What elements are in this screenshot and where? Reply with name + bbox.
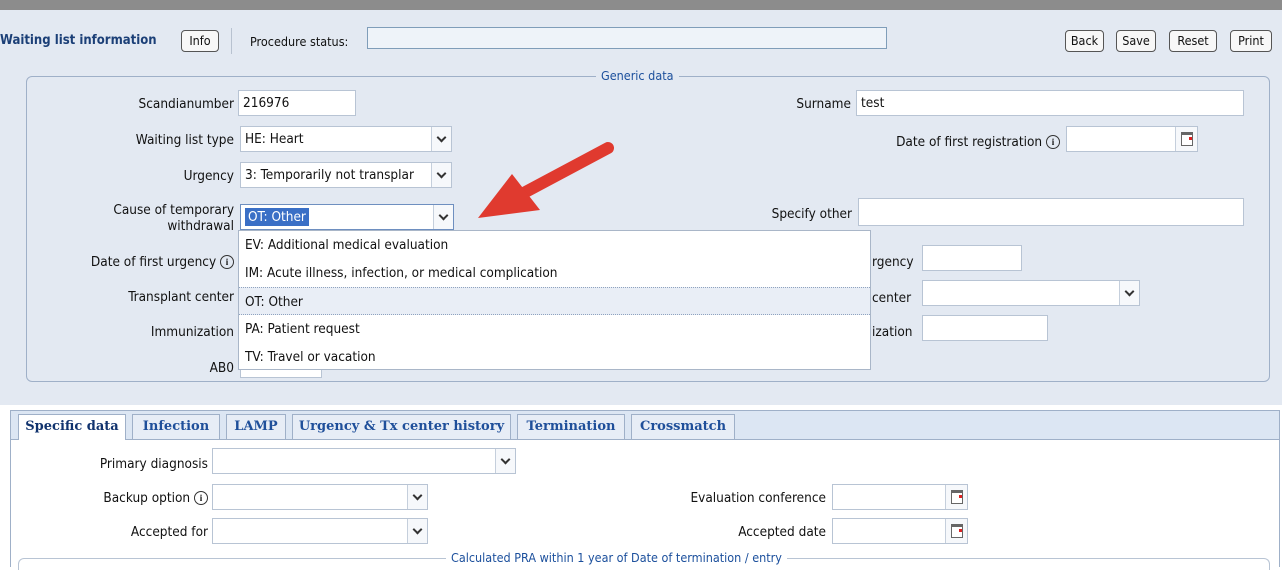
chevron-down-icon[interactable]: [431, 127, 451, 151]
print-button[interactable]: Print: [1230, 30, 1272, 52]
toolbar-separator: [231, 28, 232, 54]
chevron-down-icon[interactable]: [433, 205, 453, 229]
tab-termination[interactable]: Termination: [517, 414, 625, 439]
chevron-down-icon[interactable]: [1119, 281, 1139, 305]
info-icon[interactable]: i: [1046, 135, 1060, 149]
scandianumber-label: Scandianumber: [138, 96, 234, 112]
accepted-date-field[interactable]: [832, 518, 968, 544]
calendar-icon[interactable]: [1175, 127, 1197, 151]
dropdown-option[interactable]: OT: Other: [239, 287, 870, 315]
surname-label: Surname: [796, 96, 851, 112]
page-title: Waiting list information: [0, 33, 157, 48]
back-button[interactable]: Back: [1065, 30, 1104, 52]
dropdown-option[interactable]: IM: Acute illness, infection, or medical…: [239, 259, 870, 287]
primary-diagnosis-select[interactable]: [212, 448, 516, 474]
urgency-label: Urgency: [183, 168, 234, 184]
generic-data-legend: Generic data: [596, 68, 679, 84]
urgency-value: 3: Temporarily not transplar: [245, 167, 414, 183]
chevron-down-icon[interactable]: [495, 449, 515, 473]
cause-of-withdrawal-select[interactable]: OT: Other: [240, 204, 454, 230]
red-arrow-annotation: [478, 142, 614, 218]
date-first-registration-label-text: Date of first registration: [896, 134, 1043, 150]
waiting-list-type-label: Waiting list type: [135, 132, 234, 148]
backup-option-label: Backup option i: [30, 490, 208, 506]
date-first-urgency-label-text: Date of first urgency: [90, 254, 217, 270]
cause-of-withdrawal-dropdown-list: EV: Additional medical evaluation IM: Acu…: [238, 230, 871, 370]
generic-data-legend-text: Generic data: [596, 68, 679, 83]
dropdown-option[interactable]: EV: Additional medical evaluation: [239, 231, 870, 259]
specify-other-field[interactable]: [858, 198, 1244, 226]
tab-specific-data[interactable]: Specific data: [18, 414, 126, 440]
save-button[interactable]: Save: [1116, 30, 1156, 52]
chevron-down-icon[interactable]: [407, 485, 427, 509]
immunization-date-field[interactable]: [922, 315, 1048, 341]
tab-lamp[interactable]: LAMP: [226, 414, 286, 439]
primary-diagnosis-label: Primary diagnosis: [99, 456, 208, 472]
specify-other-label: Specify other: [771, 206, 852, 222]
cause-label-line1: Cause of temporary: [113, 202, 234, 218]
calendar-icon[interactable]: [945, 485, 967, 509]
info-icon[interactable]: i: [220, 255, 234, 269]
tab-infection[interactable]: Infection: [132, 414, 220, 439]
info-icon[interactable]: i: [194, 491, 208, 505]
surname-field[interactable]: test: [856, 90, 1244, 116]
cause-of-temporary-withdrawal-label: Cause of temporary withdrawal: [40, 202, 234, 234]
waiting-list-type-value: HE: Heart: [245, 131, 304, 147]
procedure-status-label: Procedure status:: [250, 34, 349, 49]
waiting-list-type-select[interactable]: HE: Heart: [240, 126, 452, 152]
ab0-label: AB0: [209, 360, 234, 376]
dropdown-option[interactable]: TV: Travel or vacation: [239, 343, 870, 371]
dropdown-option[interactable]: PA: Patient request: [239, 315, 870, 343]
tab-urgency-tx-center-history[interactable]: Urgency & Tx center history: [292, 414, 511, 439]
accepted-for-select[interactable]: [212, 518, 428, 544]
tx-center-label-partial: center: [872, 290, 912, 306]
backup-option-label-text: Backup option: [103, 490, 191, 506]
accepted-date-label: Accepted date: [738, 524, 826, 540]
procedure-status-field[interactable]: [367, 27, 887, 49]
urgency-select[interactable]: 3: Temporarily not transplar: [240, 162, 452, 188]
date-of-urgency-label-partial: rgency: [872, 254, 914, 270]
reset-button[interactable]: Reset: [1169, 30, 1217, 52]
backup-option-select[interactable]: [212, 484, 428, 510]
calculated-pra-legend: Calculated PRA within 1 year of Date of …: [446, 550, 787, 566]
cause-label-line2: withdrawal: [167, 218, 234, 234]
info-button[interactable]: Info: [181, 30, 219, 52]
window-top-strip: [0, 0, 1282, 10]
date-first-registration-field[interactable]: [1066, 126, 1198, 152]
cause-of-withdrawal-value: OT: Other: [245, 208, 309, 226]
tab-crossmatch[interactable]: Crossmatch: [631, 414, 735, 439]
chevron-down-icon[interactable]: [431, 163, 451, 187]
chevron-down-icon[interactable]: [407, 519, 427, 543]
immunization-label: Immunization: [150, 324, 234, 340]
transplant-center-label: Transplant center: [128, 289, 234, 305]
date-first-urgency-label: Date of first urgency i: [40, 254, 234, 270]
evaluation-conference-label: Evaluation conference: [690, 490, 826, 506]
accepted-for-label: Accepted for: [130, 524, 208, 540]
evaluation-conference-field[interactable]: [832, 484, 968, 510]
immunization-label-partial: ization: [872, 324, 913, 340]
scandianumber-field[interactable]: 216976: [238, 90, 356, 116]
calculated-pra-legend-text: Calculated PRA within 1 year of Date of …: [446, 550, 787, 565]
tx-center-select[interactable]: [922, 280, 1140, 306]
date-of-urgency-field[interactable]: [922, 245, 1022, 271]
date-first-registration-label: Date of first registration i: [830, 134, 1060, 150]
calendar-icon[interactable]: [945, 519, 967, 543]
